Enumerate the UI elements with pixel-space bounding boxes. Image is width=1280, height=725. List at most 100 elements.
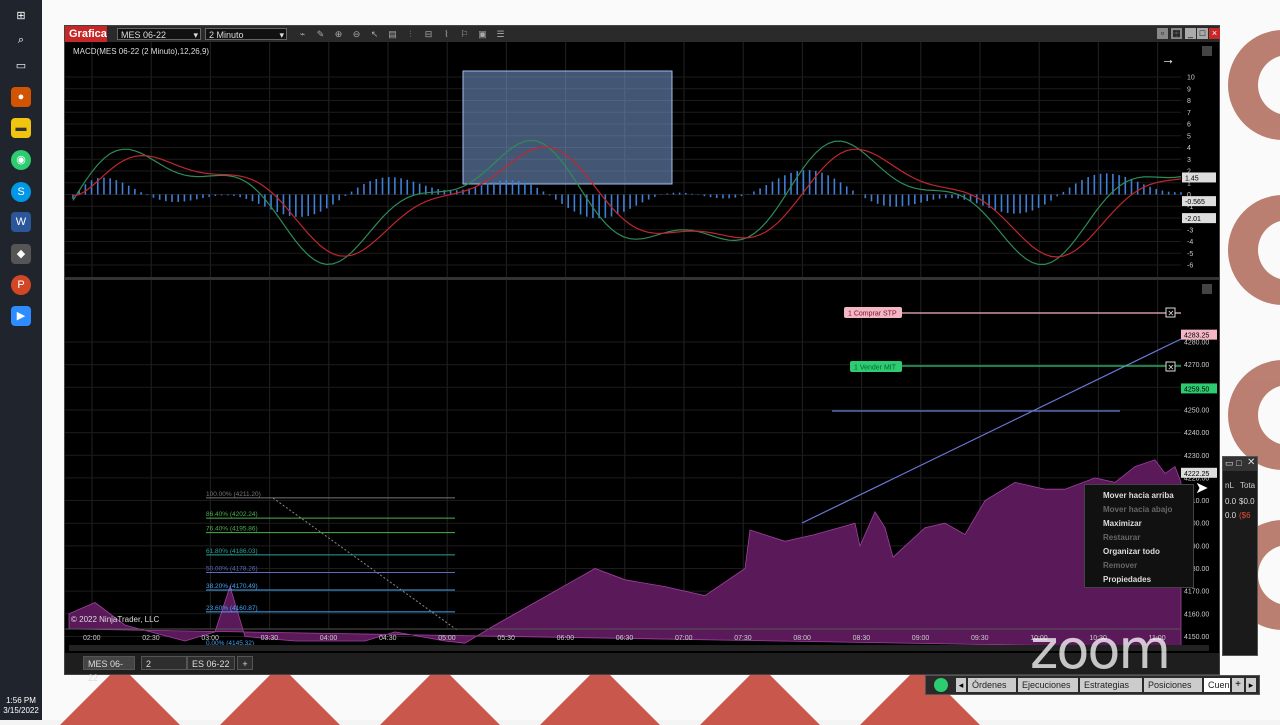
price-badge-text: 4283.25: [1184, 333, 1209, 340]
clock-time: 1:56 PM: [6, 696, 36, 705]
paint-icon[interactable]: ●: [11, 87, 31, 107]
scroll-right-icon[interactable]: ▸: [1246, 678, 1256, 692]
arrow-right-icon[interactable]: →: [1161, 51, 1175, 67]
tab-executions[interactable]: Ejecuciones: [1018, 678, 1078, 692]
connection-status-icon[interactable]: [934, 678, 948, 692]
selection-rectangle[interactable]: [462, 70, 673, 185]
properties-icon[interactable]: ▣: [477, 29, 488, 39]
menu-item-maximize[interactable]: Maximizar: [1103, 517, 1142, 530]
menu-item-restore[interactable]: Restaurar: [1103, 531, 1140, 544]
tab-2[interactable]: 2: [141, 656, 187, 670]
price-tick-label: 4160.00: [1184, 611, 1209, 618]
strategies-icon[interactable]: ⚐: [459, 29, 470, 39]
wallpaper-logo: [1228, 30, 1280, 140]
chrome-icon[interactable]: ◉: [11, 150, 31, 170]
panel-menu-icon[interactable]: [1202, 46, 1212, 56]
file-explorer-icon[interactable]: ▬: [11, 118, 31, 138]
cell: 0.0: [1225, 511, 1237, 520]
panel-menu-icon[interactable]: [1202, 284, 1212, 294]
search-icon[interactable]: ⌕: [11, 30, 31, 50]
menu-item-move-up[interactable]: Mover hacia arriba: [1103, 489, 1174, 502]
scroll-left-icon[interactable]: ◂: [956, 678, 966, 692]
tab-positions[interactable]: Posiciones: [1144, 678, 1202, 692]
instrument-value: MES 06-22: [121, 30, 167, 40]
macd-tick-label: 9: [1187, 86, 1191, 93]
tab-mes[interactable]: MES 06-22: [83, 656, 135, 683]
instrument-selector[interactable]: MES 06-22 ▾: [117, 28, 201, 40]
macd-tick-label: -6: [1187, 263, 1193, 270]
cell: 0.0: [1225, 497, 1237, 506]
minimize-icon[interactable]: _: [1185, 28, 1196, 39]
control-center-bar: ◂ Órdenes Ejecuciones Estrategias Posici…: [925, 675, 1260, 695]
zoom-in-icon[interactable]: ⊕: [333, 29, 344, 39]
add-tab-icon[interactable]: +: [1232, 678, 1244, 692]
macd-tick-label: 7: [1187, 110, 1191, 117]
word-icon[interactable]: W: [11, 212, 31, 232]
wallpaper-logo: [1228, 360, 1280, 470]
fib-level-label: 38.20% (4170.49): [206, 583, 258, 590]
minimize-icon[interactable]: ▭: [1225, 458, 1234, 469]
restore-icon[interactable]: ▫: [1157, 28, 1168, 39]
list-icon[interactable]: ☰: [495, 29, 506, 39]
macd-tick-label: 8: [1187, 98, 1191, 105]
skype-icon[interactable]: S: [11, 182, 31, 202]
close-icon: ✕: [1168, 309, 1175, 318]
menu-item-arrange-all[interactable]: Organizar todo: [1103, 545, 1160, 558]
fib-level-label: 76.40% (4195.86): [206, 526, 258, 533]
macd-badge-text: 1.45: [1185, 175, 1199, 182]
macd-tick-label: -3: [1187, 227, 1193, 234]
data-box-icon[interactable]: ▤: [387, 29, 398, 39]
time-tick-label: 04:30: [379, 635, 397, 642]
bar-type-icon[interactable]: ⫶: [405, 29, 416, 39]
macd-badge-text: -0.565: [1185, 199, 1205, 206]
time-tick-label: 09:00: [912, 635, 930, 642]
task-view-icon[interactable]: ▭: [11, 56, 31, 76]
cell: $0.0: [1239, 497, 1255, 506]
zoom-out-icon[interactable]: ⊖: [351, 29, 362, 39]
window-title: Grafica: [65, 26, 107, 42]
macd-tick-label: 6: [1187, 122, 1191, 129]
pointer-icon[interactable]: ↖: [369, 29, 380, 39]
menu-item-remove[interactable]: Remover: [1103, 559, 1137, 572]
maximize-icon[interactable]: □: [1236, 458, 1241, 468]
context-menu: Mover hacia arriba Mover hacia abajo Max…: [1084, 484, 1194, 588]
menu-item-move-down[interactable]: Mover hacia abajo: [1103, 503, 1172, 516]
maximize-icon[interactable]: □: [1197, 28, 1208, 39]
time-tick-label: 03:00: [201, 635, 219, 642]
time-tick-label: 05:00: [438, 635, 456, 642]
menu-item-properties[interactable]: Propiedades: [1103, 573, 1151, 586]
fib-level-label: 100.00% (4211.20): [206, 491, 261, 498]
taskbar: ⊞ ⌕ ▭ ● ▬ ◉ S W ◆ P ▶ 1:56 PM 3/15/2022: [0, 0, 42, 720]
app-icon[interactable]: ◆: [11, 244, 31, 264]
indicators-icon[interactable]: ⌇: [441, 29, 452, 39]
add-tab-button[interactable]: +: [237, 656, 253, 670]
pencil-icon[interactable]: ✎: [315, 29, 326, 39]
powerpoint-icon[interactable]: P: [11, 275, 31, 295]
panel-splitter[interactable]: [65, 277, 1219, 280]
price-tick-label: 4270.00: [1184, 362, 1209, 369]
price-tick-label: 4150.00: [1184, 634, 1209, 641]
time-tick-label: 05:30: [497, 635, 515, 642]
chevron-down-icon: ▾: [279, 30, 284, 40]
draw-tool-icon[interactable]: ⌁: [297, 29, 308, 39]
tab-orders[interactable]: Órdenes: [968, 678, 1016, 692]
zoom-icon[interactable]: ▶: [11, 306, 31, 326]
close-icon[interactable]: ✕: [1247, 457, 1255, 468]
tab-strategies[interactable]: Estrategias: [1080, 678, 1142, 692]
time-tick-label: 08:00: [793, 635, 811, 642]
chart-area[interactable]: MACD(MES 06-22 (2 Minuto),12,26,9) → 10 9…: [65, 42, 1219, 653]
macd-tick-label: -4: [1187, 239, 1193, 246]
fib-level-label: 23.60% (4160.87): [206, 605, 258, 612]
indicator-label: MACD(MES 06-22 (2 Minuto),12,26,9): [73, 47, 209, 56]
windows-icon[interactable]: ⊞: [11, 6, 31, 26]
mouse-cursor-icon: ➤: [1195, 480, 1209, 497]
layout-icon[interactable]: ▦: [1171, 28, 1182, 39]
tab-accounts[interactable]: Cuen: [1204, 678, 1230, 692]
interval-selector[interactable]: 2 Minuto ▾: [205, 28, 287, 40]
zoom-watermark: zoom: [1030, 618, 1171, 681]
system-clock[interactable]: 1:56 PM 3/15/2022: [0, 696, 42, 716]
tab-es[interactable]: ES 06-22: [187, 656, 235, 670]
template-icon[interactable]: ⊟: [423, 29, 434, 39]
close-icon[interactable]: ×: [1209, 28, 1220, 39]
fib-level-label: 86.40% (4202.24): [206, 511, 258, 518]
